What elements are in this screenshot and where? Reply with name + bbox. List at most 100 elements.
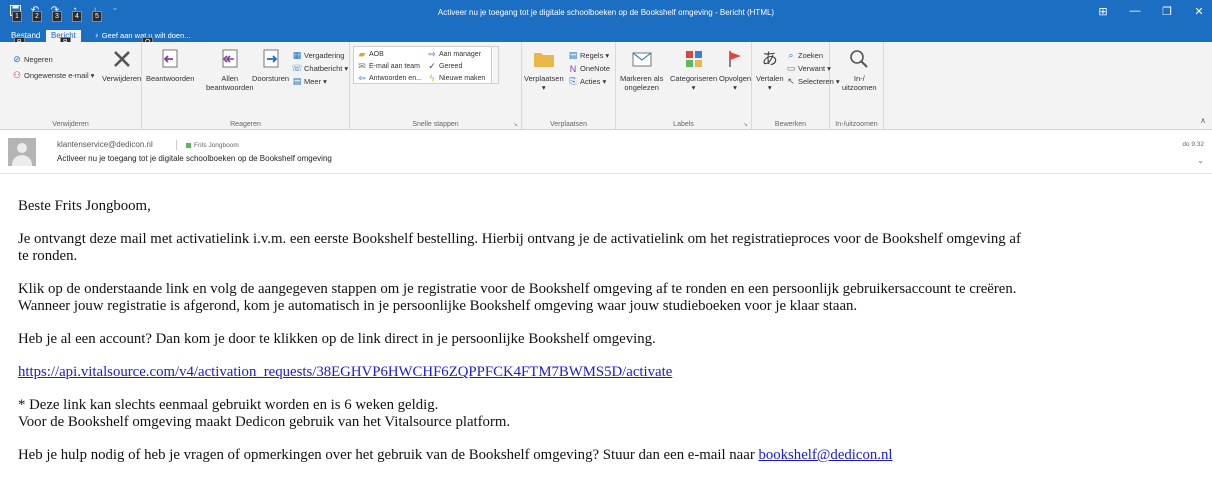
group-delete: ⊘ Negeren ⚇ Ongewenste e-mail ▾ Verwijde… [0,42,142,130]
reply-all-label: Allen [221,74,239,83]
paragraph-2-line-2: Wanneer jouw registratie is afgerond, ko… [18,298,858,314]
dropdown-icon: ▾ [90,71,95,80]
reply-label: Beantwoorden [146,74,195,83]
restore-button[interactable]: ❐ [1158,4,1176,18]
mark-unread-label: Markeren als [620,74,664,83]
junk-button[interactable]: ⚇ Ongewenste e-mail ▾ [12,70,94,81]
zoom-label-2: uitzoomen [842,83,877,92]
quick-steps-gallery: ▰ AOB ⇨ Aan manager ✉ E-mail aan team ✓ … [353,46,499,84]
ignore-icon: ⊘ [13,54,21,64]
categorize-button[interactable]: Categoriseren ▾ [670,46,717,92]
dropdown-icon: ▾ [691,83,696,92]
onenote-button[interactable]: N OneNote [568,63,610,74]
junk-label: Ongewenste e-mail [24,71,89,80]
ribbon-display-options-button[interactable]: ⊞ [1094,4,1112,18]
gallery-scrollbar[interactable] [491,47,498,83]
im-button[interactable]: ☏ Chatbericht ▾ [291,63,348,74]
follow-up-label: Opvolgen [719,74,752,83]
group-label: Labels [673,121,694,128]
follow-up-button[interactable]: Opvolgen ▾ [719,46,751,92]
quick-step-label: AOB [369,50,384,58]
paragraph-2-line-1: Klik op de onderstaande link en volg de … [18,281,1017,297]
delete-button[interactable]: Verwijderen [102,46,141,83]
quick-step-item[interactable]: ▰ AOB [357,49,384,59]
flag-icon [722,46,748,72]
paragraph-3: Heb je al een account? Dan kom je door t… [18,331,656,347]
recipient[interactable]: Frits Jongboom [186,142,239,149]
dropdown-icon: ▾ [323,77,327,86]
dropdown-icon: ▾ [733,83,737,92]
tab-file[interactable]: Bestand B [6,30,45,48]
translate-button[interactable]: あ Vertalen ▾ [756,46,784,92]
meeting-button[interactable]: ▦ Vergadering [292,50,345,61]
help-email-link[interactable]: bookshelf@dedicon.nl [758,447,892,463]
folder-icon: ▰ [358,48,366,59]
rules-button[interactable]: ▤ Regels ▾ [568,50,609,61]
greeting: Beste Frits Jongboom, [18,198,151,214]
find-label: Zoeken [798,51,824,60]
quick-step-item[interactable]: ⇨ Aan manager [427,49,481,59]
reply-button[interactable]: Beantwoorden [146,46,194,83]
minimize-button[interactable]: — [1126,4,1144,18]
meeting-label: Vergadering [304,51,345,60]
help-text: Heb je hulp nodig of heb je vragen of op… [18,447,759,463]
magnifier-icon [846,46,872,72]
dialog-launcher-icon[interactable]: ↘ [513,121,518,128]
collapse-ribbon-icon[interactable]: ∧ [1200,116,1206,125]
translate-icon: あ [761,50,778,68]
chat-icon: ☏ [291,63,303,73]
tell-me-search[interactable]: ♀ Geef aan wat u wilt doen... Q [94,30,191,48]
message-time: do 9:32 [1182,141,1204,148]
help-paragraph: Heb je hulp nodig of heb je vragen of op… [18,447,893,464]
avatar [8,138,36,166]
group-zoom: In-/ uitzoomen In-/uitzoomen [830,42,884,130]
group-label: Bewerken [774,121,807,128]
message-header: klantenservice@dedicon.nl Frits Jongboom… [0,134,1212,174]
tab-message[interactable]: Bericht B [46,30,81,48]
sender-address[interactable]: klantenservice@dedicon.nl [57,140,153,149]
junk-icon: ⚇ [12,70,22,80]
lightning-icon: ϟ [429,73,435,83]
forward-button[interactable]: Doorsturen [252,46,289,83]
reply-all-button[interactable]: Allen beantwoorden [206,46,254,92]
header-divider [176,140,177,150]
zoom-button[interactable]: In-/ uitzoomen [842,46,877,92]
reply-all-label-2: beantwoorden [206,83,254,92]
quick-step-label: E-mail aan team [369,62,420,70]
group-label: Verplaatsen [550,121,587,128]
dropdown-icon: ▾ [602,77,607,86]
find-button[interactable]: ⌕ Zoeken [786,50,823,61]
more-button[interactable]: ▤ Meer ▾ [292,76,327,87]
mark-unread-button[interactable]: Markeren als ongelezen [620,46,663,92]
cursor-icon: ↖ [787,76,795,86]
quick-step-item[interactable]: ✉ E-mail aan team [357,61,420,71]
move-button[interactable]: Verplaatsen ▾ [524,46,564,92]
more-icon: ▤ [292,76,302,86]
dialog-launcher-icon[interactable]: ↘ [743,121,748,128]
forward-icon [258,46,284,72]
quick-step-item[interactable]: ϟ Nieuwe maken [427,73,486,83]
activation-link[interactable]: https://api.vitalsource.com/v4/activatio… [18,364,672,381]
related-label: Verwant [798,64,826,73]
group-editing: あ Vertalen ▾ ⌕ Zoeken ▭ Verwant ▾ ↖ Sele… [752,42,840,130]
unread-mail-icon [629,46,655,72]
lightbulb-icon: ♀ [94,31,100,40]
select-label: Selecteren [798,77,834,86]
group-label: In-/uitzoomen [835,121,878,128]
actions-icon: ⎘ [569,76,577,86]
move-label: Verplaatsen [524,74,564,83]
message-body: Beste Frits Jongboom, Je ontvangt deze m… [0,175,1212,488]
categorize-icon [681,46,707,72]
close-button[interactable]: ✕ [1190,4,1208,18]
expand-header-icon[interactable]: ⌄ [1197,156,1204,165]
group-move: Verplaatsen ▾ ▤ Regels ▾ N OneNote ⎘ Act… [522,42,616,130]
ribbon: ⊘ Negeren ⚇ Ongewenste e-mail ▾ Verwijde… [0,42,1212,130]
quick-step-item[interactable]: ⇦ Antwoorden en... [357,73,422,83]
rules-icon: ▤ [568,50,578,60]
actions-button[interactable]: ⎘ Acties ▾ [568,76,606,87]
quick-step-item[interactable]: ✓ Gereed [427,61,462,71]
related-button[interactable]: ▭ Verwant ▾ [786,63,831,74]
rules-label: Regels [580,51,604,60]
ignore-button[interactable]: ⊘ Negeren [12,54,53,65]
ribbon-tabs: Bestand B Bericht B ♀ Geef aan wat u wil… [0,30,1212,48]
